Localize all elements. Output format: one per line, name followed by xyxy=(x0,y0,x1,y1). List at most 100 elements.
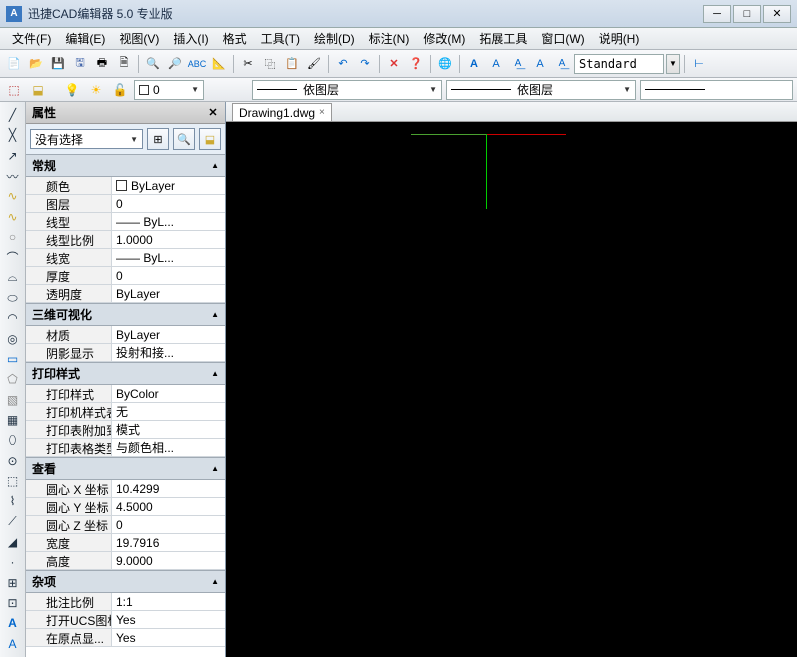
save-icon[interactable]: 💾 xyxy=(48,54,68,74)
ellipse-arc-icon[interactable]: ◠ xyxy=(3,309,23,327)
maximize-button[interactable]: □ xyxy=(733,5,761,23)
new-icon[interactable]: 📄 xyxy=(4,54,24,74)
style-combo-dropdown[interactable]: ▼ xyxy=(666,54,680,74)
menu-item-1[interactable]: 编辑(E) xyxy=(59,28,111,49)
matchprop-icon[interactable]: 🖌 xyxy=(304,54,324,74)
menu-item-5[interactable]: 工具(T) xyxy=(255,28,306,49)
prop-group-header[interactable]: 打印样式▲ xyxy=(26,362,225,385)
menu-item-8[interactable]: 修改(M) xyxy=(417,28,471,49)
linetype-combo[interactable]: 依图层 ▼ xyxy=(252,80,442,100)
prop-row[interactable]: 在原点显...Yes xyxy=(26,629,225,647)
find-icon[interactable]: 🔍 xyxy=(143,54,163,74)
prop-row[interactable]: 高度9.0000 xyxy=(26,552,225,570)
zoom-icon[interactable]: 🔎 xyxy=(165,54,185,74)
spline2-icon[interactable]: ∿ xyxy=(3,208,23,226)
text-icon[interactable]: A xyxy=(3,635,23,653)
region-icon[interactable]: ⊙ xyxy=(3,452,23,470)
prop-value[interactable]: ByColor xyxy=(112,385,225,402)
prop-value[interactable]: 19.7916 xyxy=(112,534,225,551)
dim-icon[interactable]: ⊢ xyxy=(689,54,709,74)
xline-icon[interactable]: ╳ xyxy=(3,126,23,144)
info-icon[interactable]: ❓ xyxy=(406,54,426,74)
preview-icon[interactable]: 🗎 xyxy=(114,54,134,74)
quickselect-icon[interactable]: 🔍 xyxy=(173,128,195,150)
prop-value[interactable]: ByLayer xyxy=(112,285,225,302)
prop-row[interactable]: 圆心 Z 坐标0 xyxy=(26,516,225,534)
menu-item-7[interactable]: 标注(N) xyxy=(363,28,416,49)
menu-item-0[interactable]: 文件(F) xyxy=(6,28,57,49)
menu-item-11[interactable]: 说明(H) xyxy=(593,28,646,49)
arc-icon[interactable]: ⌒ xyxy=(3,248,23,266)
menu-item-2[interactable]: 视图(V) xyxy=(113,28,165,49)
menu-item-10[interactable]: 窗口(W) xyxy=(535,28,590,49)
hatch-icon[interactable]: ▧ xyxy=(3,391,23,409)
menu-item-9[interactable]: 拓展工具 xyxy=(473,28,533,49)
arc2-icon[interactable]: ⌓ xyxy=(3,269,23,287)
menu-item-4[interactable]: 格式 xyxy=(217,28,253,49)
style-combo[interactable]: Standard xyxy=(574,54,664,74)
ellipse-icon[interactable]: ⬭ xyxy=(3,289,23,307)
menu-item-6[interactable]: 绘制(D) xyxy=(308,28,361,49)
paste-icon[interactable]: 📋 xyxy=(282,54,302,74)
prop-value[interactable]: 9.0000 xyxy=(112,552,225,569)
prop-row[interactable]: 宽度19.7916 xyxy=(26,534,225,552)
text-a2-icon[interactable]: A xyxy=(486,54,506,74)
text-a1-icon[interactable]: A xyxy=(464,54,484,74)
prop-value[interactable]: 与颜色相... xyxy=(112,439,225,456)
prop-value[interactable]: ByLayer xyxy=(112,326,225,343)
prop-row[interactable]: 线型比例1.0000 xyxy=(26,231,225,249)
line-icon[interactable]: ╱ xyxy=(3,106,23,124)
world-icon[interactable]: 🌐 xyxy=(435,54,455,74)
prop-value[interactable]: 无 xyxy=(112,403,225,420)
extra-combo[interactable] xyxy=(640,80,793,100)
cut-icon[interactable]: ✂ xyxy=(238,54,258,74)
prop-value[interactable]: —— ByL... xyxy=(112,213,225,230)
prop-value[interactable]: 4.5000 xyxy=(112,498,225,515)
prop-value[interactable]: 0 xyxy=(112,195,225,212)
open-icon[interactable]: 📂 xyxy=(26,54,46,74)
tab-close-icon[interactable]: × xyxy=(319,107,325,118)
panel-close-icon[interactable]: ✕ xyxy=(205,104,221,120)
wipeout-icon[interactable]: ⬚ xyxy=(3,472,23,490)
menu-item-3[interactable]: 插入(I) xyxy=(167,28,214,49)
prop-group-header[interactable]: 三维可视化▲ xyxy=(26,303,225,326)
prop-row[interactable]: 批注比例1:1 xyxy=(26,593,225,611)
block-icon[interactable]: ⊞ xyxy=(3,574,23,592)
prop-row[interactable]: 圆心 Y 坐标4.5000 xyxy=(26,498,225,516)
prop-row[interactable]: 透明度ByLayer xyxy=(26,285,225,303)
polygon-icon[interactable]: ⬠ xyxy=(3,370,23,388)
sun-icon[interactable]: ☀ xyxy=(86,80,106,100)
prop-value[interactable]: 模式 xyxy=(112,421,225,438)
circle-icon[interactable]: ○ xyxy=(3,228,23,246)
spline-icon[interactable]: ∿ xyxy=(3,187,23,205)
donut-icon[interactable]: ◎ xyxy=(3,330,23,348)
prop-row[interactable]: 打印样式ByColor xyxy=(26,385,225,403)
prop-row[interactable]: 线型—— ByL... xyxy=(26,213,225,231)
cancel-icon[interactable]: ✕ xyxy=(384,54,404,74)
prop-row[interactable]: 阴影显示投射和接... xyxy=(26,344,225,362)
undo-icon[interactable]: ↶ xyxy=(333,54,353,74)
print-icon[interactable]: 🖶 xyxy=(92,54,112,74)
mtext-icon[interactable]: A xyxy=(3,614,23,632)
pick-icon[interactable]: ⊞ xyxy=(147,128,169,150)
layer-manager-icon[interactable]: ⬚ xyxy=(4,80,24,100)
prop-row[interactable]: 打印机样式表无 xyxy=(26,403,225,421)
saveas-icon[interactable]: 🖫 xyxy=(70,54,90,74)
trace-icon[interactable]: ⟋ xyxy=(3,513,23,531)
selection-combo[interactable]: 没有选择 ▼ xyxy=(30,129,143,149)
prop-row[interactable]: 打印表格类型与颜色相... xyxy=(26,439,225,457)
prop-row[interactable]: 图层0 xyxy=(26,195,225,213)
prop-row[interactable]: 厚度0 xyxy=(26,267,225,285)
properties-list[interactable]: 常规▲颜色ByLayer图层0线型—— ByL...线型比例1.0000线宽——… xyxy=(26,154,225,657)
prop-value[interactable]: Yes xyxy=(112,629,225,646)
rectangle-icon[interactable]: ▭ xyxy=(3,350,23,368)
gradient-icon[interactable]: ▦ xyxy=(3,411,23,429)
prop-value[interactable]: —— ByL... xyxy=(112,249,225,266)
prop-row[interactable]: 材质ByLayer xyxy=(26,326,225,344)
prop-value[interactable]: 10.4299 xyxy=(112,480,225,497)
text-ai1-icon[interactable]: A͟ xyxy=(508,54,528,74)
lineweight-combo[interactable]: 依图层 ▼ xyxy=(446,80,636,100)
prop-row[interactable]: 打印表附加到模式 xyxy=(26,421,225,439)
prop-value[interactable]: ByLayer xyxy=(112,177,225,194)
text-a3-icon[interactable]: A xyxy=(530,54,550,74)
